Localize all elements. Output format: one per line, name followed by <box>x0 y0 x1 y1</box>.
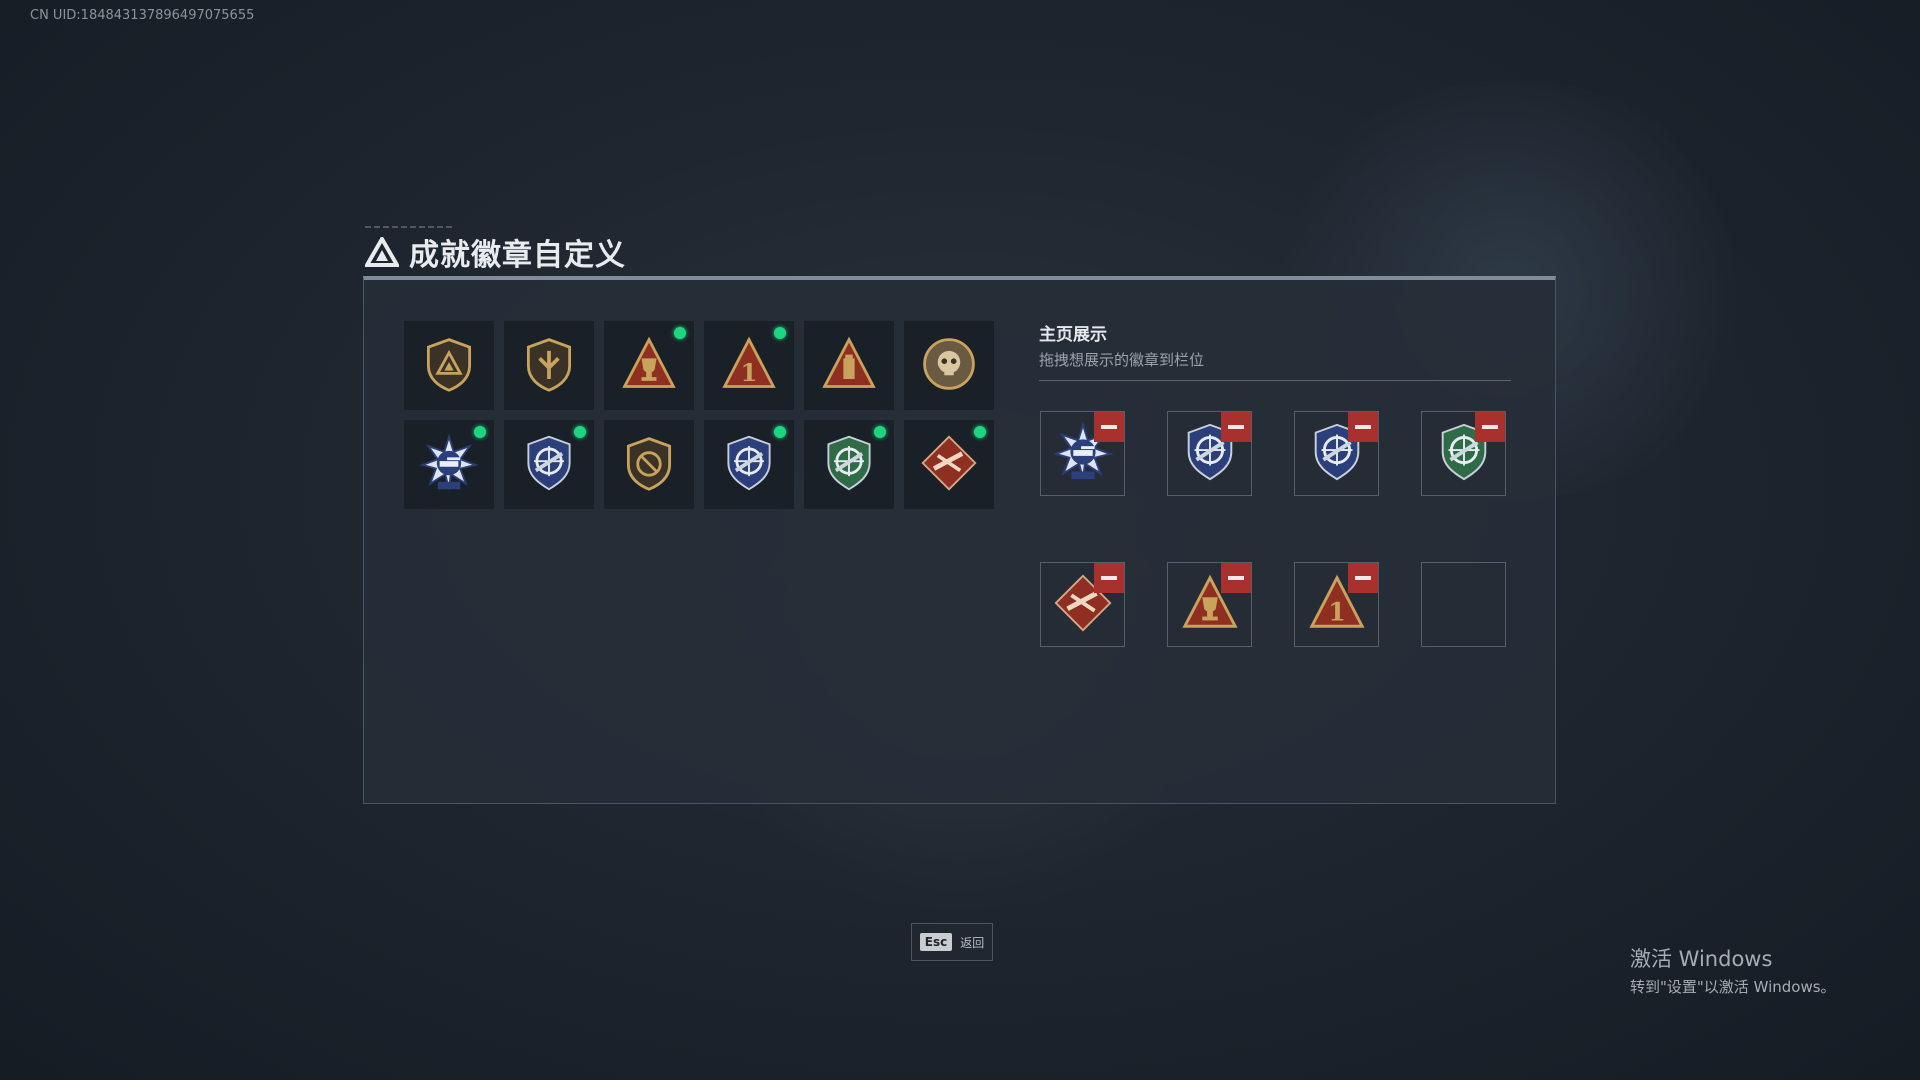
svg-text:1: 1 <box>1328 596 1346 626</box>
badge-cell[interactable] <box>604 420 694 509</box>
minus-icon <box>1355 425 1371 429</box>
badge-cell[interactable] <box>904 321 994 410</box>
owned-badges-grid: 1 <box>404 321 994 509</box>
minus-icon <box>1228 576 1244 580</box>
trophy-triangle-badge-icon <box>619 334 679 398</box>
watermark-title: 激活 Windows <box>1630 947 1773 971</box>
triangle-logo-icon <box>365 237 399 267</box>
badge-cell[interactable] <box>904 420 994 509</box>
rifle-diamond-badge-icon <box>919 433 979 497</box>
badge-cell[interactable] <box>604 321 694 410</box>
badge-customize-panel: 1 主页展示 拖拽想展示的徽章到栏位 1 <box>363 276 1556 804</box>
remove-badge-button[interactable] <box>1221 563 1251 593</box>
showcase-title: 主页展示 <box>1039 325 1107 345</box>
new-badge-dot <box>574 426 586 438</box>
new-badge-dot <box>674 327 686 339</box>
showcase-slot[interactable] <box>1167 411 1252 496</box>
minus-icon <box>1101 425 1117 429</box>
new-badge-dot <box>774 426 786 438</box>
new-badge-dot <box>474 426 486 438</box>
showcase-header: 主页展示 拖拽想展示的徽章到栏位 <box>1039 320 1511 381</box>
badge-cell[interactable] <box>804 321 894 410</box>
showcase-subtitle: 拖拽想展示的徽章到栏位 <box>1039 351 1205 369</box>
divider <box>1039 380 1511 381</box>
badge-cell[interactable] <box>504 420 594 509</box>
new-badge-dot <box>774 327 786 339</box>
windows-activation-watermark: 激活 Windows 转到"设置"以激活 Windows。 <box>1630 943 1836 997</box>
showcase-slot[interactable] <box>1040 411 1125 496</box>
header-decoration <box>365 226 455 228</box>
remove-badge-button[interactable] <box>1094 563 1124 593</box>
showcase-slot[interactable] <box>1294 411 1379 496</box>
badge-cell[interactable] <box>804 420 894 509</box>
minus-icon <box>1228 425 1244 429</box>
user-uid: CN UID:1848431378964970756​55 <box>30 8 255 23</box>
showcase-slot[interactable]: 1 <box>1294 562 1379 647</box>
minus-icon <box>1355 576 1371 580</box>
page-title: 成就徽章自定义 <box>409 238 626 273</box>
new-badge-dot <box>874 426 886 438</box>
back-button[interactable]: Esc 返回 <box>911 923 993 961</box>
arrow-shield-badge-icon <box>519 334 579 398</box>
crosshair-green-badge-icon <box>819 433 879 497</box>
badge-cell[interactable] <box>404 420 494 509</box>
tank-star-badge-icon <box>419 433 479 497</box>
badge-cell[interactable] <box>504 321 594 410</box>
remove-badge-button[interactable] <box>1348 412 1378 442</box>
fortress-triangle-badge-icon <box>819 334 879 398</box>
triangle-shield-badge-icon <box>419 334 479 398</box>
showcase-slot[interactable] <box>1421 411 1506 496</box>
page-header: 成就徽章自定义 <box>365 226 626 273</box>
crosshair-blue-badge-icon <box>719 433 779 497</box>
empty-showcase-slot[interactable] <box>1421 562 1506 647</box>
minus-icon <box>1101 576 1117 580</box>
svg-text:1: 1 <box>741 357 758 386</box>
remove-badge-button[interactable] <box>1348 563 1378 593</box>
showcase-slot[interactable] <box>1040 562 1125 647</box>
crosshair-navy-badge-icon <box>519 433 579 497</box>
badge-cell[interactable]: 1 <box>704 321 794 410</box>
remove-badge-button[interactable] <box>1094 412 1124 442</box>
number-one-triangle-badge-icon: 1 <box>719 334 779 398</box>
new-badge-dot <box>974 426 986 438</box>
badge-cell[interactable] <box>404 321 494 410</box>
remove-badge-button[interactable] <box>1221 412 1251 442</box>
remove-badge-button[interactable] <box>1475 412 1505 442</box>
watermark-subtitle: 转到"设置"以激活 Windows。 <box>1630 978 1836 996</box>
esc-key: Esc <box>919 933 953 951</box>
showcase-slot[interactable] <box>1167 562 1252 647</box>
showcase-slots: 1 <box>1040 411 1506 647</box>
crossed-shield-badge-icon <box>619 433 679 497</box>
skull-coin-badge-icon <box>919 334 979 398</box>
back-label: 返回 <box>960 935 985 950</box>
minus-icon <box>1482 425 1498 429</box>
badge-cell[interactable] <box>704 420 794 509</box>
